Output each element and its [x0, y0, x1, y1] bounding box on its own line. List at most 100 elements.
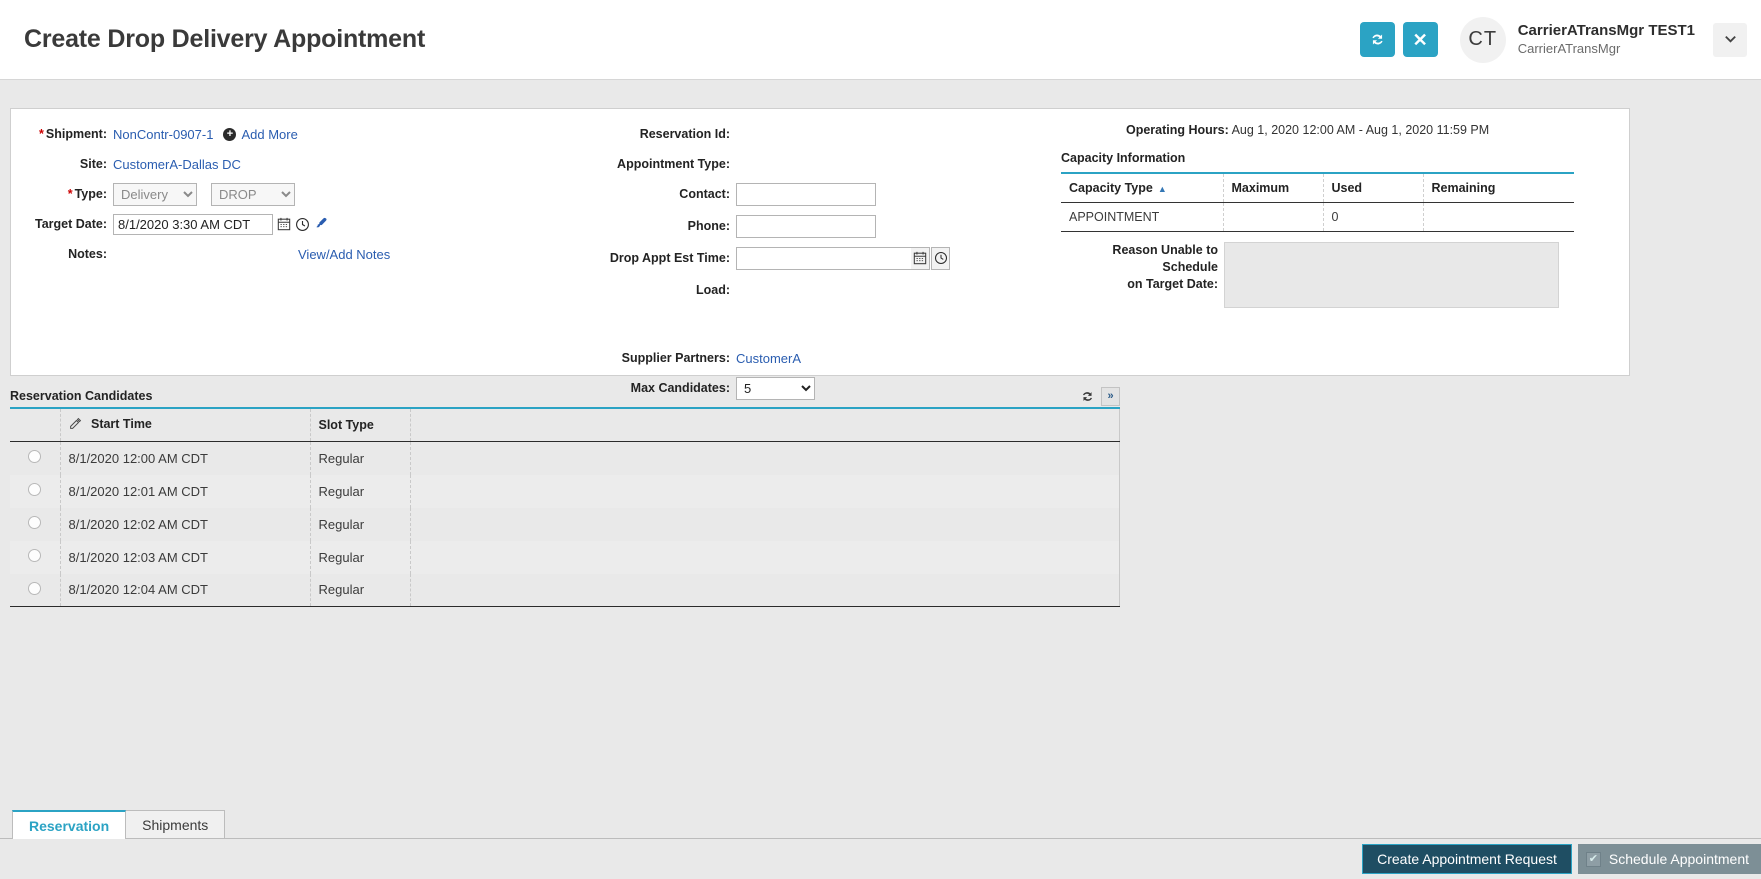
- appointment-form-panel: *Shipment: NonContr-0907-1 + Add More Si…: [10, 108, 1630, 376]
- row-select-cell[interactable]: [10, 508, 60, 541]
- site-label: Site:: [31, 157, 113, 171]
- row-select-cell[interactable]: [10, 574, 60, 607]
- type-select[interactable]: Delivery: [113, 183, 197, 206]
- capacity-col-maximum[interactable]: Maximum: [1223, 173, 1323, 203]
- form-column-left: *Shipment: NonContr-0907-1 + Add More Si…: [31, 123, 390, 273]
- radio-button[interactable]: [28, 450, 41, 463]
- phone-label: Phone:: [591, 219, 736, 233]
- reservation-candidates-title: Reservation Candidates: [10, 389, 152, 403]
- sort-ascending-icon: ▲: [1158, 184, 1167, 194]
- supplier-partners-value-link[interactable]: CustomerA: [736, 351, 801, 366]
- reservation-id-label: Reservation Id:: [591, 127, 736, 141]
- supplier-partners-row: Supplier Partners: CustomerA: [591, 347, 950, 369]
- add-more-label[interactable]: Add More: [241, 127, 297, 142]
- radio-button[interactable]: [28, 549, 41, 562]
- type-row: *Type: Delivery DROP: [31, 183, 390, 205]
- drop-appt-est-time-input[interactable]: [736, 247, 911, 270]
- capacity-information-title: Capacity Information: [1061, 151, 1616, 165]
- page-title: Create Drop Delivery Appointment: [24, 25, 425, 54]
- add-more-button[interactable]: + Add More: [223, 127, 297, 142]
- row-select-cell[interactable]: [10, 442, 60, 475]
- user-menu-button[interactable]: [1713, 23, 1747, 57]
- row-select-cell[interactable]: [10, 541, 60, 574]
- drop-appt-calendar-icon[interactable]: [911, 247, 930, 270]
- radio-button[interactable]: [28, 516, 41, 529]
- candidates-col-slot-type[interactable]: Slot Type: [310, 409, 410, 442]
- radio-button[interactable]: [28, 483, 41, 496]
- drop-appt-est-time-row: Drop Appt Est Time:: [591, 247, 950, 269]
- drop-appt-est-time-label: Drop Appt Est Time:: [591, 251, 736, 265]
- target-date-label: Target Date:: [31, 217, 113, 231]
- reservation-candidates-table: Start Time Slot Type 8/1/2020 12:00 AM C…: [10, 409, 1120, 607]
- bottom-tabstrip: Reservation Shipments: [0, 807, 1761, 839]
- table-row[interactable]: 8/1/2020 12:01 AM CDT Regular: [10, 475, 1120, 508]
- create-appointment-request-button[interactable]: Create Appointment Request: [1362, 844, 1572, 874]
- schedule-appointment-label: Schedule Appointment: [1609, 851, 1749, 867]
- table-row[interactable]: 8/1/2020 12:00 AM CDT Regular: [10, 442, 1120, 475]
- calendar-icon[interactable]: [275, 215, 292, 233]
- table-row[interactable]: 8/1/2020 12:03 AM CDT Regular: [10, 541, 1120, 574]
- row-start-time: 8/1/2020 12:02 AM CDT: [60, 508, 310, 541]
- notes-label: Notes:: [31, 247, 113, 261]
- clear-brush-icon[interactable]: [313, 215, 330, 233]
- check-icon: ✔: [1586, 852, 1601, 867]
- candidates-header-row: Start Time Slot Type: [10, 409, 1120, 442]
- site-row: Site: CustomerA-Dallas DC: [31, 153, 390, 175]
- user-name: CarrierATransMgr TEST1: [1518, 22, 1695, 41]
- reservation-id-row: Reservation Id:: [591, 123, 950, 145]
- close-button[interactable]: ✕: [1403, 22, 1438, 57]
- candidates-body: 8/1/2020 12:00 AM CDT Regular 8/1/2020 1…: [10, 442, 1120, 607]
- load-label: Load:: [591, 283, 736, 297]
- shipment-value-link[interactable]: NonContr-0907-1: [113, 127, 213, 142]
- reason-unable-textarea[interactable]: [1224, 242, 1559, 308]
- plus-circle-icon: +: [223, 128, 236, 141]
- close-icon: ✕: [1413, 31, 1428, 49]
- double-chevron-right-icon[interactable]: »: [1101, 387, 1120, 406]
- phone-input[interactable]: [736, 215, 876, 238]
- phone-row: Phone:: [591, 215, 950, 237]
- clock-icon[interactable]: [294, 215, 311, 233]
- appointment-type-row: Appointment Type:: [591, 153, 950, 175]
- row-start-time: 8/1/2020 12:04 AM CDT: [60, 574, 310, 607]
- reason-unable-row: Reason Unable to Schedule on Target Date…: [1061, 242, 1616, 308]
- grid-refresh-icon[interactable]: [1080, 389, 1095, 404]
- radio-button[interactable]: [28, 582, 41, 595]
- capacity-cell-type: APPOINTMENT: [1061, 203, 1223, 232]
- refresh-button[interactable]: [1360, 22, 1395, 57]
- drop-appt-clock-icon[interactable]: [931, 247, 950, 270]
- tab-shipments[interactable]: Shipments: [125, 810, 225, 838]
- capacity-cell-maximum: [1223, 203, 1323, 232]
- app-header: Create Drop Delivery Appointment ✕ CT Ca…: [0, 0, 1761, 80]
- header-actions: ✕ CT CarrierATransMgr TEST1 CarrierATran…: [1352, 17, 1761, 63]
- supplier-partners-label: Supplier Partners:: [591, 351, 736, 365]
- capacity-col-used[interactable]: Used: [1323, 173, 1423, 203]
- row-filler: [410, 508, 1120, 541]
- capacity-col-remaining[interactable]: Remaining: [1423, 173, 1574, 203]
- refresh-icon: [1369, 31, 1386, 48]
- target-date-input[interactable]: [113, 214, 273, 235]
- candidates-col-start-time[interactable]: Start Time: [60, 409, 310, 442]
- tab-reservation[interactable]: Reservation: [12, 810, 126, 839]
- required-marker: *: [68, 187, 75, 201]
- row-start-time: 8/1/2020 12:00 AM CDT: [60, 442, 310, 475]
- capacity-table-header-row: Capacity Type▲ Maximum Used Remaining: [1061, 173, 1574, 203]
- table-row[interactable]: 8/1/2020 12:02 AM CDT Regular: [10, 508, 1120, 541]
- table-row[interactable]: 8/1/2020 12:04 AM CDT Regular: [10, 574, 1120, 607]
- row-select-cell[interactable]: [10, 475, 60, 508]
- capacity-col-type[interactable]: Capacity Type▲: [1061, 173, 1223, 203]
- contact-input[interactable]: [736, 183, 876, 206]
- drop-type-select[interactable]: DROP: [211, 183, 295, 206]
- row-slot-type: Regular: [310, 541, 410, 574]
- view-add-notes-link[interactable]: View/Add Notes: [298, 247, 390, 262]
- operating-hours-label: Operating Hours:: [1126, 123, 1229, 137]
- row-filler: [410, 541, 1120, 574]
- capacity-cell-remaining: [1423, 203, 1574, 232]
- row-slot-type: Regular: [310, 574, 410, 607]
- table-row: APPOINTMENT 0: [1061, 203, 1574, 232]
- chevron-down-icon: [1723, 31, 1738, 49]
- site-value-link[interactable]: CustomerA-Dallas DC: [113, 157, 241, 172]
- form-column-middle: Reservation Id: Appointment Type: Contac…: [591, 123, 950, 407]
- schedule-appointment-button[interactable]: ✔ Schedule Appointment: [1578, 844, 1761, 874]
- type-label: *Type:: [31, 187, 113, 201]
- reservation-candidates-header: Reservation Candidates »: [10, 385, 1120, 409]
